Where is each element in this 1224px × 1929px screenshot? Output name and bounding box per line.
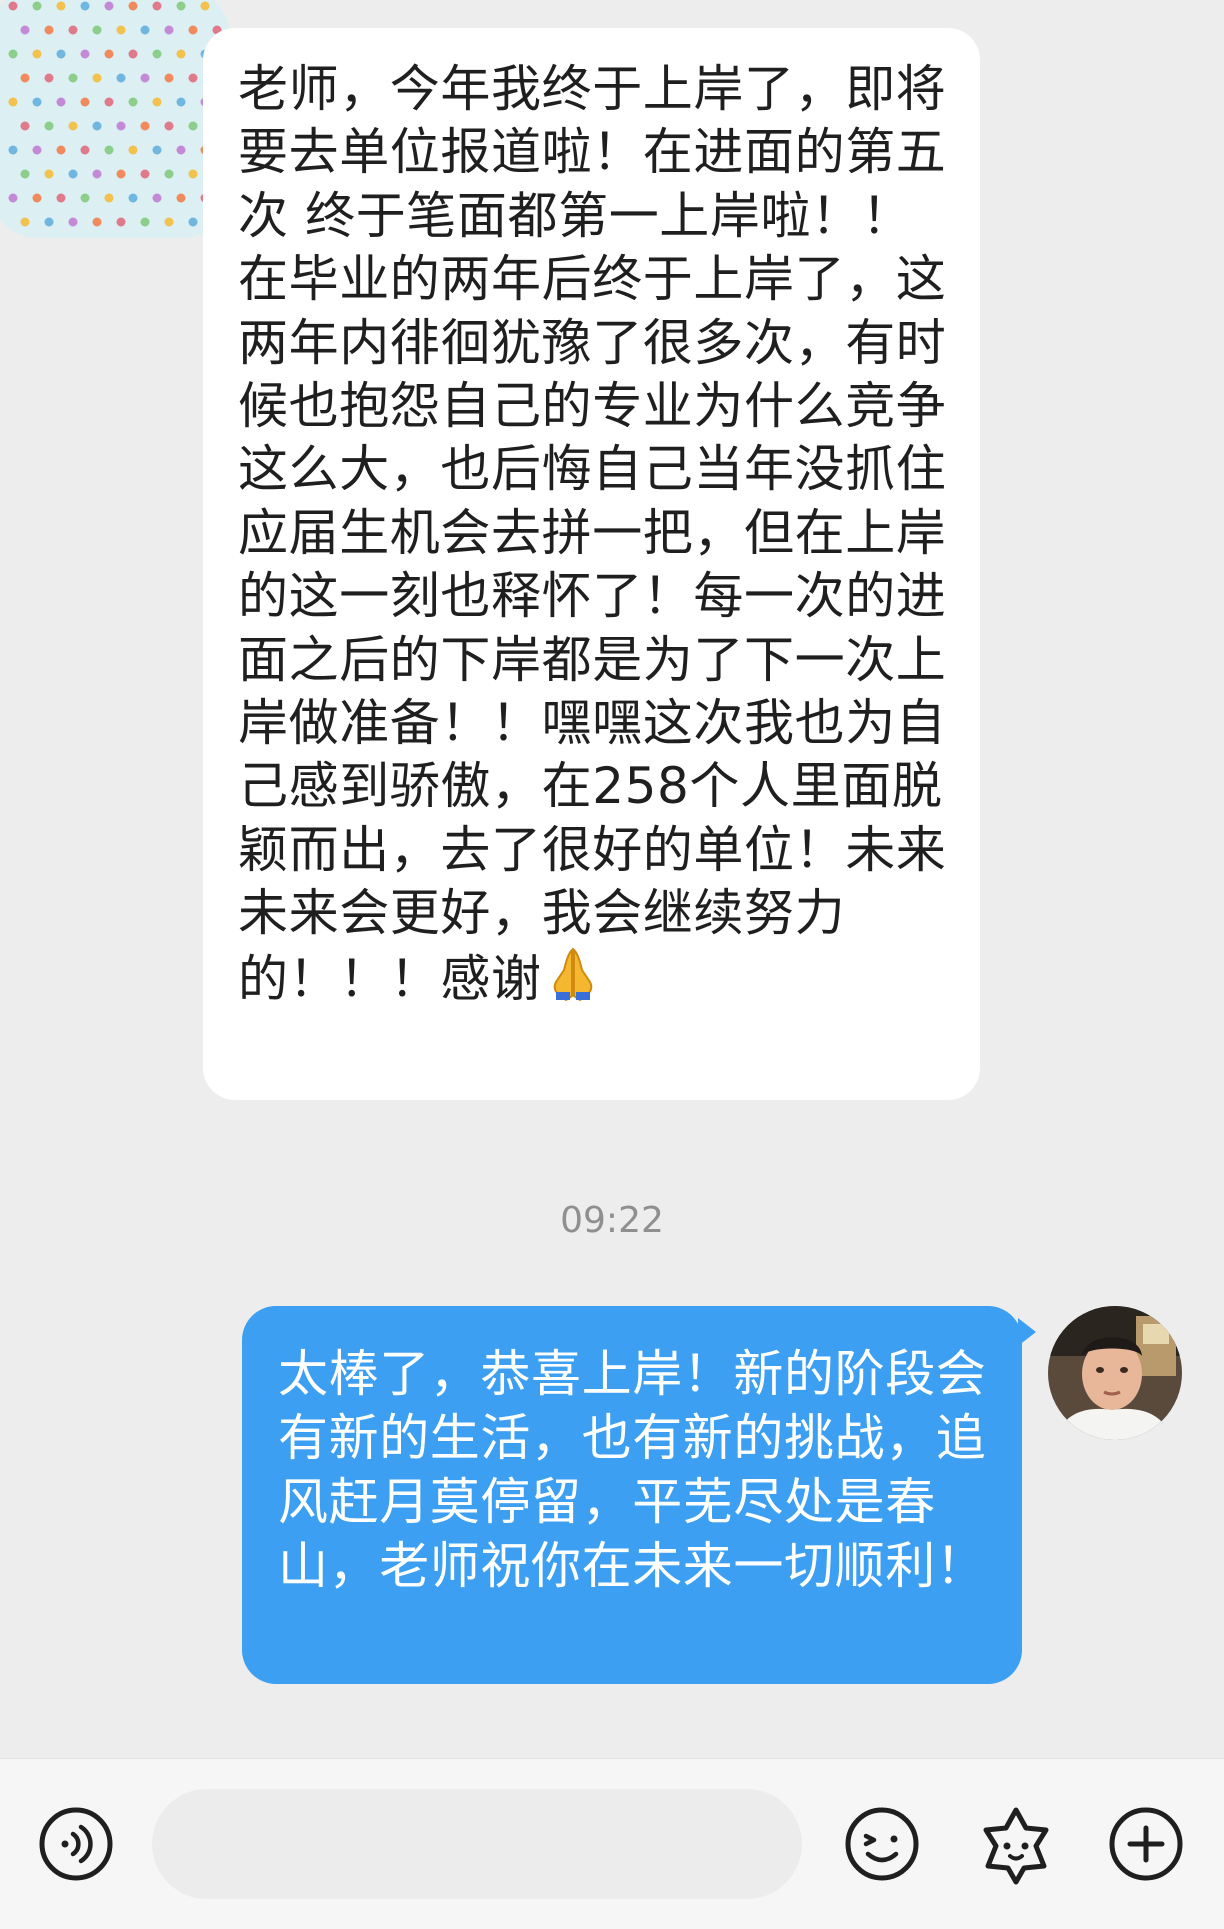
outgoing-bubble-tail <box>1018 1318 1036 1346</box>
user-avatar[interactable] <box>1048 1306 1182 1440</box>
incoming-message-bubble[interactable]: 老师，今年我终于上岸了，即将要去单位报道啦！在进面的第五次 终于笔面都第一上岸啦… <box>203 28 980 1100</box>
incoming-message-text: 老师，今年我终于上岸了，即将要去单位报道啦！在进面的第五次 终于笔面都第一上岸啦… <box>238 58 948 1017</box>
outgoing-message-text: 太棒了，恭喜上岸！新的阶段会有新的生活，也有新的挑战，追风赶月莫停留，平芜尽处是… <box>278 1345 987 1595</box>
outgoing-message-bubble[interactable]: 太棒了，恭喜上岸！新的阶段会有新的生活，也有新的挑战，追风赶月莫停留，平芜尽处是… <box>242 1306 1022 1684</box>
sticker-icon <box>983 1807 1049 1885</box>
dotted-avatar-image <box>0 0 230 238</box>
input-bar <box>0 1758 1224 1929</box>
user-avatar-image <box>1048 1306 1182 1440</box>
chat-area: 老师，今年我终于上岸了，即将要去单位报道啦！在进面的第五次 终于笔面都第一上岸啦… <box>0 0 1224 1758</box>
contact-avatar[interactable] <box>0 0 230 238</box>
voice-icon <box>39 1807 113 1881</box>
message-input[interactable] <box>152 1789 802 1899</box>
more-button[interactable] <box>1096 1759 1196 1929</box>
message-timestamp: 09:22 <box>560 1200 664 1241</box>
smiley-icon <box>845 1807 919 1881</box>
emoji-button[interactable] <box>832 1759 932 1929</box>
praying-hands-icon <box>548 946 598 1017</box>
voice-button[interactable] <box>26 1759 126 1929</box>
sticker-button[interactable] <box>966 1759 1066 1929</box>
plus-icon <box>1109 1807 1183 1881</box>
